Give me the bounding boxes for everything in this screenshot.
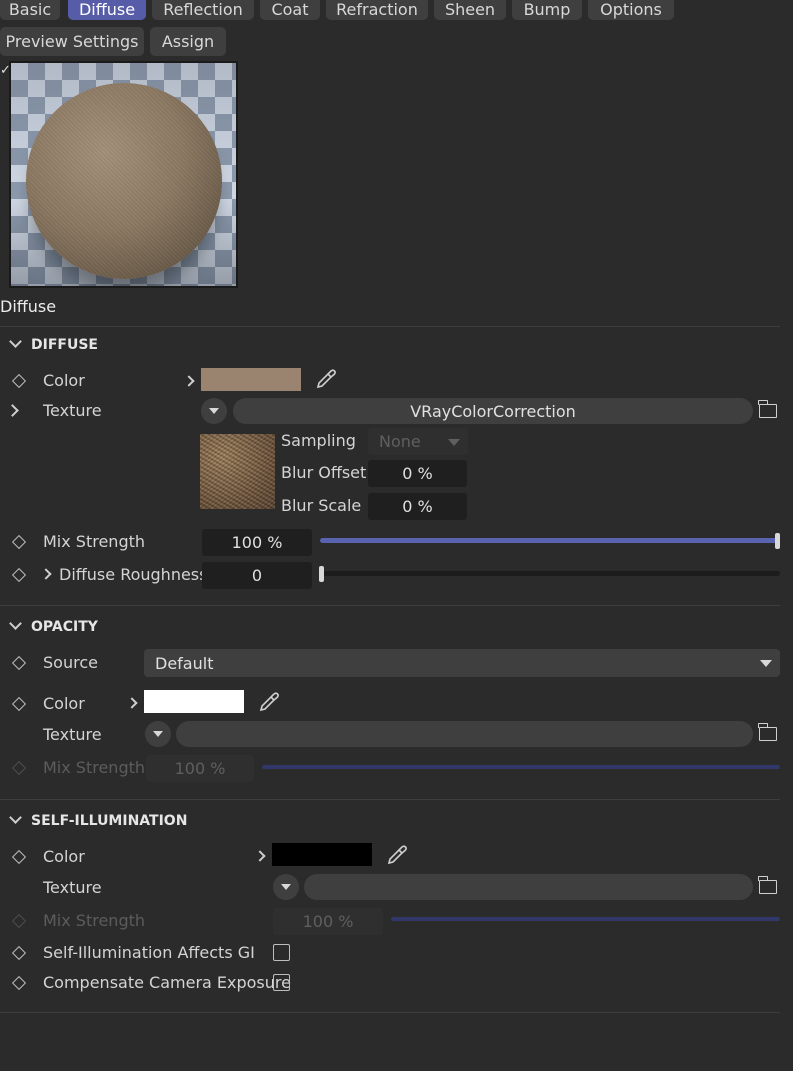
- divider: [0, 799, 780, 800]
- self-illum-color-swatch[interactable]: [272, 843, 372, 866]
- tab-coat[interactable]: Coat: [260, 0, 320, 20]
- compensate-exposure-label: Compensate Camera Exposure: [43, 973, 291, 992]
- opacity-source-value: Default: [155, 653, 214, 673]
- material-preview[interactable]: [9, 61, 238, 288]
- keyframe-diamond-icon: [11, 913, 27, 929]
- section-title-self-illumination[interactable]: SELF-ILLUMINATION: [31, 813, 187, 829]
- slider-handle[interactable]: [319, 566, 324, 582]
- divider: [0, 326, 780, 327]
- folder-icon[interactable]: [758, 876, 777, 894]
- self-illum-mix-slider: [391, 917, 780, 921]
- divider: [0, 1012, 780, 1013]
- keyframe-diamond-icon[interactable]: [11, 534, 27, 550]
- eyedropper-icon[interactable]: [257, 690, 281, 714]
- sampling-select[interactable]: None: [368, 428, 468, 455]
- sampling-label: Sampling: [281, 431, 356, 450]
- mix-strength-label: Mix Strength: [43, 532, 146, 551]
- preview-settings-button[interactable]: Preview Settings: [0, 27, 144, 56]
- opacity-source-label: Source: [43, 653, 98, 672]
- slider-handle[interactable]: [775, 533, 780, 549]
- affects-gi-checkbox[interactable]: [273, 944, 290, 961]
- chevron-right-icon[interactable]: [6, 404, 19, 417]
- section-title-opacity[interactable]: OPACITY: [31, 619, 98, 635]
- slider-fill: [391, 917, 780, 921]
- tab-sheen[interactable]: Sheen: [434, 0, 506, 20]
- keyframe-diamond-icon[interactable]: [11, 567, 27, 583]
- self-illum-texture-slot[interactable]: [304, 874, 753, 900]
- mix-strength-slider[interactable]: [320, 538, 780, 543]
- tab-refraction[interactable]: Refraction: [326, 0, 428, 20]
- folder-icon[interactable]: [758, 400, 777, 418]
- tab-bump[interactable]: Bump: [512, 0, 582, 20]
- section-title-diffuse[interactable]: DIFFUSE: [31, 337, 98, 353]
- chevron-right-icon[interactable]: [183, 375, 195, 387]
- tab-basic[interactable]: Basic: [0, 0, 60, 20]
- chevron-right-icon[interactable]: [40, 568, 52, 580]
- self-illum-mix-strength-label: Mix Strength: [43, 911, 146, 930]
- self-illum-texture-label: Texture: [43, 878, 102, 897]
- sampling-value: None: [379, 432, 421, 451]
- folder-icon[interactable]: [758, 723, 777, 741]
- opacity-mix-strength-label: Mix Strength: [43, 758, 146, 777]
- self-illum-mix-strength-field: 100 %: [273, 908, 383, 935]
- blur-offset-field[interactable]: 0 %: [368, 460, 467, 487]
- compensate-exposure-checkbox[interactable]: [273, 974, 290, 991]
- diffuse-color-label: Color: [43, 371, 85, 390]
- keyframe-diamond-icon[interactable]: [11, 373, 27, 389]
- diffuse-texture-slot[interactable]: VRayColorCorrection: [233, 398, 753, 424]
- chevron-down-icon[interactable]: [9, 811, 22, 824]
- keyframe-diamond-icon[interactable]: [11, 655, 27, 671]
- slider-fill: [262, 765, 780, 769]
- eyedropper-icon[interactable]: [314, 367, 338, 391]
- opacity-source-select[interactable]: Default: [144, 649, 780, 677]
- texture-dropdown-button[interactable]: [273, 874, 299, 900]
- chevron-right-icon[interactable]: [126, 697, 138, 709]
- mix-strength-field[interactable]: 100 %: [202, 529, 312, 556]
- opacity-texture-slot[interactable]: [176, 721, 753, 747]
- texture-dropdown-button[interactable]: [201, 398, 227, 424]
- diffuse-roughness-field[interactable]: 0: [202, 562, 312, 589]
- self-illum-color-label: Color: [43, 847, 85, 866]
- chevron-down-icon[interactable]: [9, 617, 22, 630]
- blur-offset-label: Blur Offset: [281, 463, 367, 482]
- blur-scale-field[interactable]: 0 %: [368, 493, 467, 520]
- affects-gi-label: Self-Illumination Affects GI: [43, 943, 255, 962]
- roughness-slider[interactable]: [320, 571, 780, 576]
- opacity-color-swatch[interactable]: [144, 690, 244, 713]
- keyframe-diamond-icon[interactable]: [11, 945, 27, 961]
- diffuse-roughness-label: Diffuse Roughness: [59, 565, 208, 584]
- chevron-right-icon[interactable]: [254, 850, 266, 862]
- keyframe-diamond-icon[interactable]: [11, 975, 27, 991]
- keyframe-diamond-icon[interactable]: [11, 849, 27, 865]
- tab-reflection[interactable]: Reflection: [152, 0, 254, 20]
- texture-thumbnail[interactable]: [200, 434, 275, 509]
- opacity-color-label: Color: [43, 694, 85, 713]
- chevron-down-icon[interactable]: [9, 335, 22, 348]
- diffuse-texture-label: Texture: [43, 401, 102, 420]
- preview-caption: Diffuse: [0, 297, 57, 316]
- preview-sphere: [26, 83, 222, 279]
- blur-scale-label: Blur Scale: [281, 496, 362, 515]
- keyframe-diamond-icon[interactable]: [11, 696, 27, 712]
- slider-fill: [320, 538, 780, 543]
- tab-options[interactable]: Options: [588, 0, 674, 20]
- opacity-texture-label: Texture: [43, 725, 102, 744]
- texture-dropdown-button[interactable]: [145, 721, 171, 747]
- divider: [0, 605, 780, 606]
- assign-button[interactable]: Assign: [150, 27, 226, 56]
- diffuse-color-swatch[interactable]: [201, 368, 301, 391]
- opacity-mix-slider: [262, 765, 780, 769]
- eyedropper-icon[interactable]: [385, 843, 409, 867]
- keyframe-diamond-icon: [11, 760, 27, 776]
- tab-diffuse[interactable]: Diffuse: [68, 0, 146, 20]
- opacity-mix-strength-field: 100 %: [146, 755, 254, 782]
